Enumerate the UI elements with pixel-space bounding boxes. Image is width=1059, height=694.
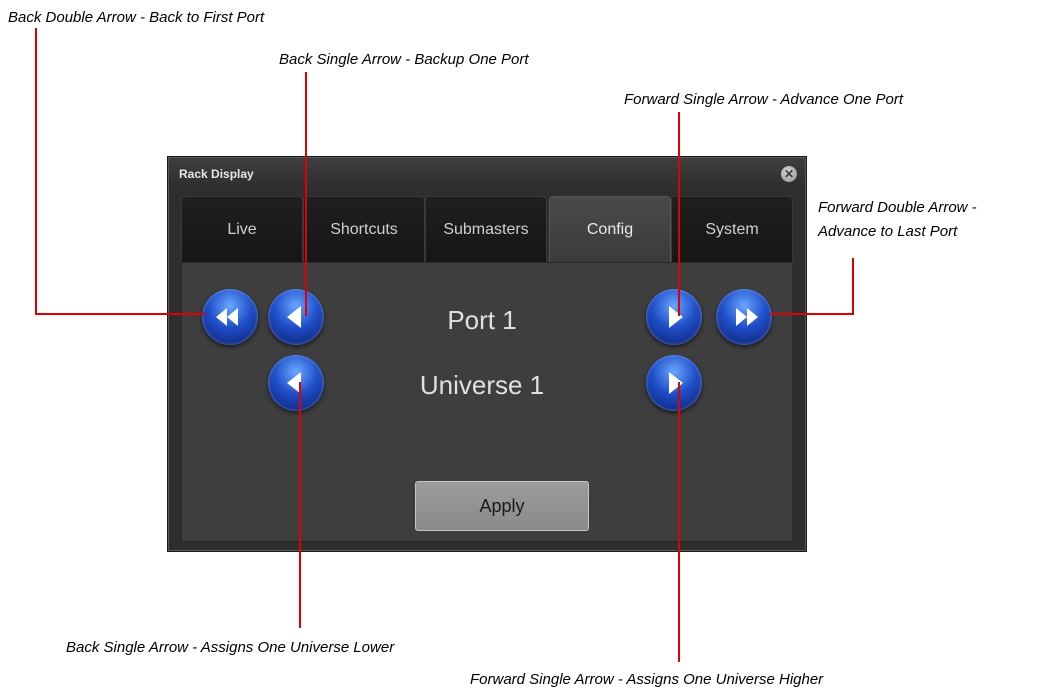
universe-previous-button[interactable] <box>268 355 324 411</box>
arrow-left-icon <box>287 372 301 394</box>
close-icon[interactable]: ✕ <box>781 166 797 182</box>
window-title: Rack Display <box>179 167 254 181</box>
tab-config[interactable]: Config <box>549 196 671 262</box>
port-previous-button[interactable] <box>268 289 324 345</box>
callout-back-double-port: Back Double Arrow - Back to First Port <box>8 9 265 26</box>
double-arrow-right-icon <box>736 308 758 326</box>
port-first-button[interactable] <box>202 289 258 345</box>
callout-forward-double-port-line1: Forward Double Arrow - <box>818 199 977 216</box>
port-value: Port 1 <box>447 305 517 335</box>
callout-forward-single-port: Forward Single Arrow - Advance One Port <box>624 91 904 108</box>
universe-value: Universe 1 <box>419 370 545 400</box>
apply-button[interactable]: Apply <box>415 481 589 531</box>
arrow-right-icon <box>669 372 683 394</box>
callout-forward-double-port-line2: Advance to Last Port <box>818 223 958 240</box>
callout-back-single-port: Back Single Arrow - Backup One Port <box>279 51 529 68</box>
arrow-right-icon <box>669 306 683 328</box>
tab-shortcuts[interactable]: Shortcuts <box>303 196 425 262</box>
title-bar: Rack Display ✕ <box>169 158 805 188</box>
callout-forward-single-universe: Forward Single Arrow - Assigns One Unive… <box>470 671 824 688</box>
arrow-left-icon <box>287 306 301 328</box>
rack-display-window: Rack Display ✕ Live Shortcuts Submasters… <box>168 157 806 551</box>
tab-submasters[interactable]: Submasters <box>425 196 547 262</box>
tab-system[interactable]: System <box>671 196 793 262</box>
config-panel: Port 1 Universe 1 Apply <box>181 262 793 542</box>
universe-next-button[interactable] <box>646 355 702 411</box>
callout-back-single-universe: Back Single Arrow - Assigns One Universe… <box>66 639 395 656</box>
double-arrow-left-icon <box>216 308 238 326</box>
port-next-button[interactable] <box>646 289 702 345</box>
tab-live[interactable]: Live <box>181 196 303 262</box>
port-last-button[interactable] <box>716 289 772 345</box>
tab-bar: Live Shortcuts Submasters Config System <box>181 196 793 262</box>
